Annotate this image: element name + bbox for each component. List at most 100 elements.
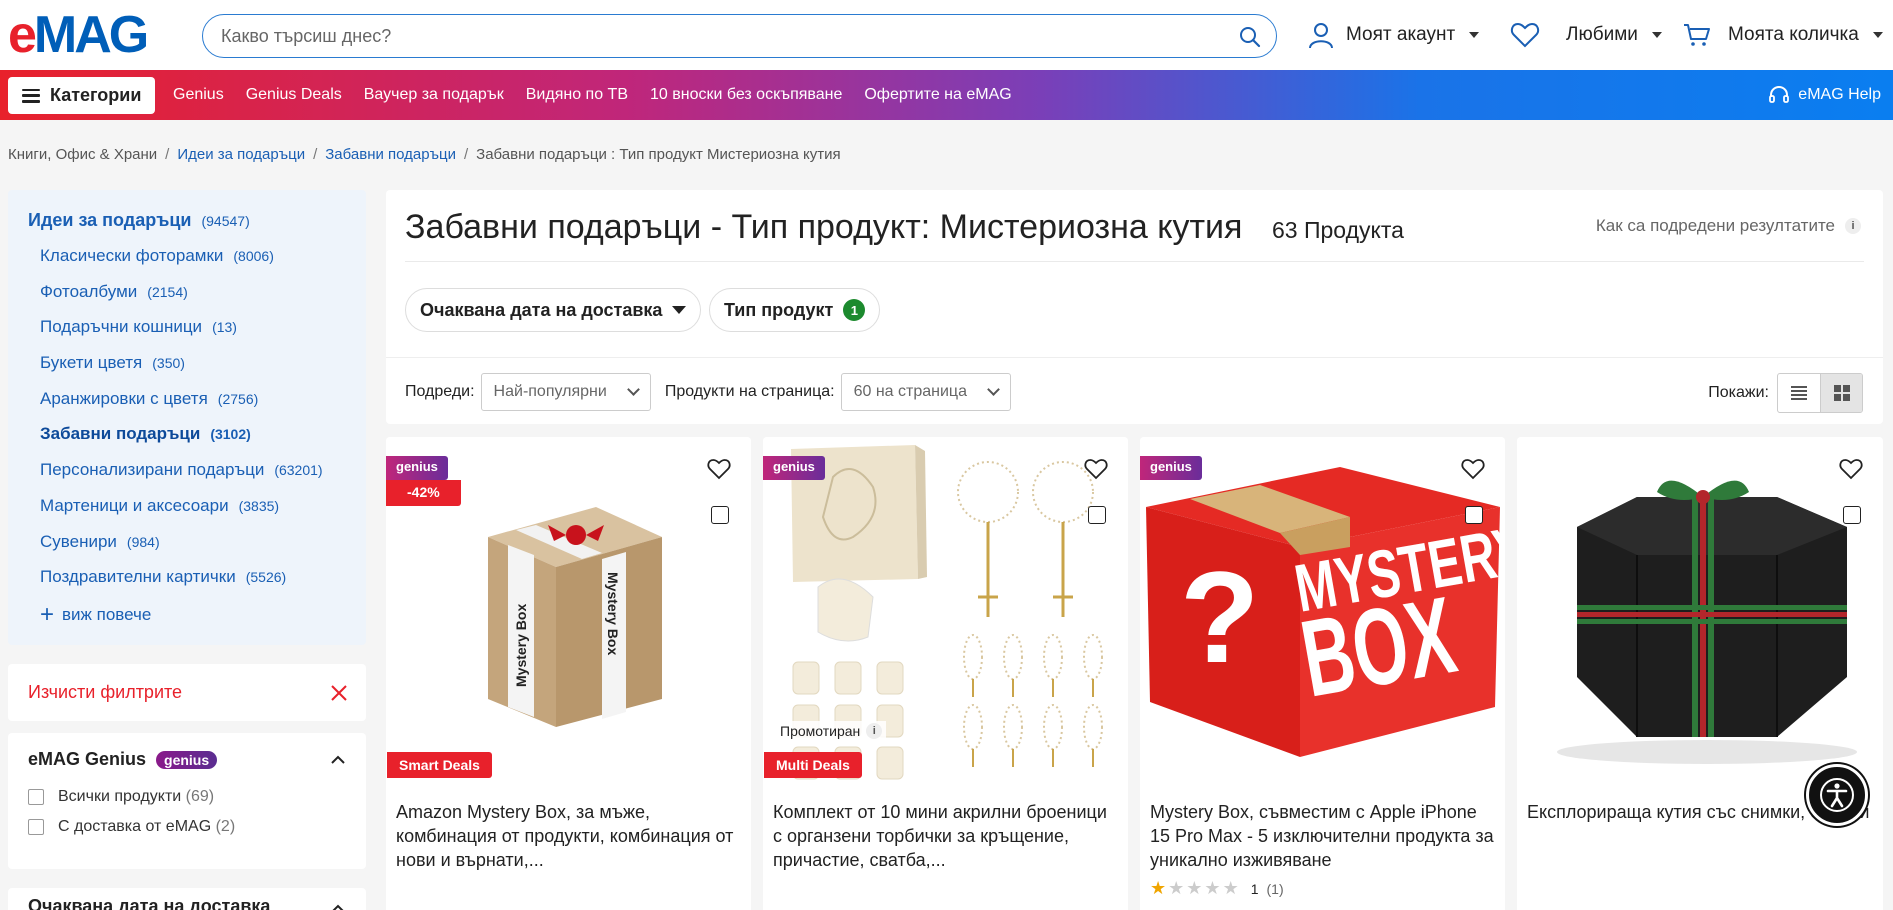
heart-icon[interactable] <box>1461 457 1485 481</box>
checkbox[interactable] <box>28 819 44 835</box>
heart-icon <box>1510 22 1540 48</box>
genius-filter-title: eMAG Genius <box>28 749 147 769</box>
search-icon[interactable] <box>1238 25 1262 49</box>
category-item-active[interactable]: Забавни подаръци (3102) <box>40 424 366 460</box>
category-item-count: (13) <box>212 319 237 336</box>
product-card[interactable]: Експлорираща кутия със снимки, снимки <box>1517 437 1883 910</box>
category-item[interactable]: Сувенири (984) <box>40 532 366 568</box>
category-item[interactable]: Персонализирани подаръци (63201) <box>40 460 366 496</box>
compare-checkbox[interactable] <box>1088 506 1106 524</box>
star-icon: ★ <box>1186 878 1203 898</box>
product-card[interactable]: ? MYSTERY BOX genius Mystery Box, съвмес… <box>1140 437 1505 910</box>
see-more-link[interactable]: + виж повече <box>28 600 366 628</box>
grid-view-icon <box>1833 385 1850 401</box>
breadcrumb-item[interactable]: Идеи за подаръци <box>177 146 305 163</box>
category-item-count: (3835) <box>238 497 280 514</box>
compare-checkbox[interactable] <box>1465 506 1483 524</box>
category-item-label: Забавни подаръци <box>40 424 201 444</box>
breadcrumb-item[interactable]: Забавни подаръци <box>325 146 456 163</box>
chevron-up-icon[interactable] <box>330 755 346 765</box>
compare-checkbox[interactable] <box>1843 506 1861 524</box>
nav-bar: Категории Genius Genius Deals Ваучер за … <box>0 70 1893 120</box>
per-page-select[interactable]: 60 на страница <box>840 373 1011 411</box>
product-title[interactable]: Комплект от 10 мини акрилни броеници с о… <box>773 800 1118 872</box>
plus-icon: + <box>40 600 55 628</box>
account-label: Моят акаунт <box>1346 24 1456 45</box>
category-item-label: Подаръчни кошници <box>40 317 203 337</box>
favorites-menu[interactable]: Любими <box>1510 18 1662 52</box>
category-item[interactable]: Аранжировки с цветя (2756) <box>40 389 366 425</box>
category-title[interactable]: Идеи за подаръци (94547) <box>28 210 366 231</box>
breadcrumb-item[interactable]: Книги, Офис & Храни <box>8 146 157 163</box>
product-image[interactable] <box>1517 437 1882 787</box>
category-item-count: (350) <box>152 355 185 372</box>
filter-option[interactable]: Всички продукти (69) <box>28 788 346 806</box>
product-title[interactable]: Mystery Box, съвместим с Apple iPhone 15… <box>1150 800 1495 872</box>
nav-link-emag-offers[interactable]: Офертите на eMAG <box>864 86 1011 104</box>
sort-controls: Подреди: Най-популярни Продукти на стран… <box>405 373 1011 411</box>
view-controls: Покажи: <box>1708 373 1863 413</box>
rating[interactable]: ★ ★ ★ ★ ★ 1 (1) <box>1150 878 1284 899</box>
category-item-label: Сувенири <box>40 531 117 551</box>
help-link[interactable]: eMAG Help <box>1768 70 1881 120</box>
product-image[interactable]: ? MYSTERY BOX <box>1140 437 1505 787</box>
checkbox[interactable] <box>28 789 44 805</box>
star-icon: ★ <box>1222 878 1239 898</box>
clear-filters-button[interactable]: Изчисти филтрите <box>8 664 366 721</box>
account-menu[interactable]: Моят акаунт <box>1306 18 1480 52</box>
discount-badge: -42% <box>386 480 461 506</box>
category-item-count: (3102) <box>210 426 251 443</box>
filter-option[interactable]: С доставка от eMAG (2) <box>28 818 346 836</box>
category-item[interactable]: Класически фоторамки (8006) <box>40 246 366 282</box>
category-item-count: (5526) <box>245 569 287 586</box>
category-item-count: (984) <box>126 533 160 550</box>
sort-select[interactable]: Най-популярни <box>480 373 651 411</box>
category-item[interactable]: Поздравителни картички (5526) <box>40 567 366 603</box>
heart-icon[interactable] <box>1084 457 1108 481</box>
delivery-date-chip[interactable]: Очаквана дата на доставка <box>405 288 702 332</box>
help-label: eMAG Help <box>1798 86 1881 103</box>
category-item-count: (63201) <box>274 462 323 479</box>
nav-link-seen-on-tv[interactable]: Видяно по ТВ <box>526 86 628 104</box>
category-item[interactable]: Подаръчни кошници (13) <box>40 317 366 353</box>
nav-link-genius-deals[interactable]: Genius Deals <box>246 86 342 104</box>
category-item[interactable]: Мартеници и аксесоари (3835) <box>40 496 366 532</box>
product-count: 63 Продукта <box>1272 217 1404 243</box>
caret-down-icon <box>672 306 687 314</box>
category-item[interactable]: Букети цветя (350) <box>40 353 366 389</box>
compare-checkbox[interactable] <box>711 506 729 524</box>
product-type-chip[interactable]: Тип продукт 1 <box>709 288 881 332</box>
breadcrumb: Книги, Офис & Храни / Идеи за подаръци /… <box>8 146 841 163</box>
cart-menu[interactable]: Моята количка <box>1682 18 1883 52</box>
product-card[interactable]: Mystery Box Mystery Box genius -42% Smar… <box>386 437 751 910</box>
heart-icon[interactable] <box>1839 457 1863 481</box>
nav-link-gift-voucher[interactable]: Ваучер за подарък <box>364 86 504 104</box>
emag-logo[interactable]: e MAG <box>8 9 149 61</box>
grid-view-button[interactable] <box>1820 374 1862 412</box>
category-item[interactable]: Фотоалбуми (2154) <box>40 282 366 318</box>
genius-badge: genius <box>1140 456 1202 480</box>
category-item-label: Мартеници и аксесоари <box>40 495 229 515</box>
star-icon: ★ <box>1204 878 1221 898</box>
listing-header: Забавни подаръци - Тип продукт: Мистерио… <box>386 190 1883 424</box>
delivery-filter[interactable]: Очаквана дата на доставка <box>8 888 366 910</box>
list-view-button[interactable] <box>1778 374 1820 412</box>
product-card[interactable]: genius Промотиран i Multi Deals Комплект… <box>763 437 1128 910</box>
nav-link-genius[interactable]: Genius <box>173 86 224 104</box>
accessibility-button[interactable] <box>1806 764 1868 826</box>
chevron-up-icon[interactable] <box>330 904 346 910</box>
show-label: Покажи: <box>1708 384 1769 401</box>
info-icon[interactable]: i <box>866 723 883 739</box>
nav-link-installments[interactable]: 10 вноски без оскъпяване <box>650 86 842 104</box>
heart-icon[interactable] <box>707 457 731 481</box>
filter-option-count: (2) <box>215 818 236 835</box>
cart-icon <box>1684 24 1710 46</box>
search-input[interactable] <box>221 24 1201 48</box>
accessibility-icon <box>1820 778 1854 812</box>
sort-info-link[interactable]: Как са подредени резултатите i <box>1596 216 1861 236</box>
product-title[interactable]: Amazon Mystery Box, за мъже, комбинация … <box>396 800 741 872</box>
category-title-label: Идеи за подаръци <box>28 210 192 230</box>
genius-filter-header[interactable]: eMAG Genius genius <box>28 749 346 770</box>
view-toggle <box>1777 373 1863 413</box>
categories-button[interactable]: Категории <box>8 77 155 114</box>
